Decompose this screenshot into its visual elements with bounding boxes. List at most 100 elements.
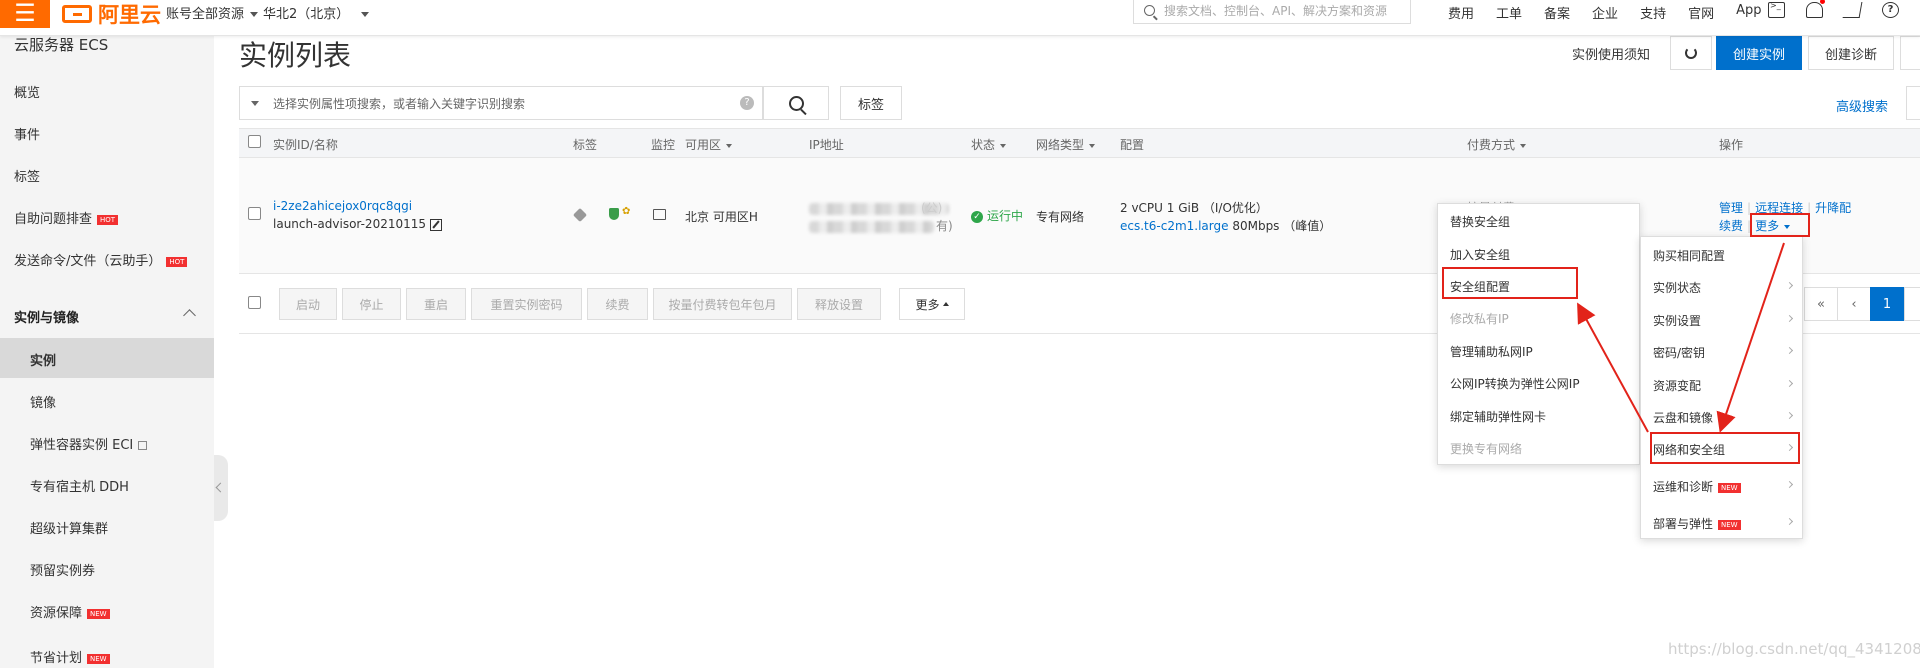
batch-more-button[interactable]: 更多 [899, 288, 965, 320]
highlight-box-network-sg [1650, 432, 1800, 464]
create-instance-button[interactable]: 创建实例 [1716, 36, 1802, 70]
instance-id-link[interactable]: i-2ze2ahicejox0rqc8qgi [273, 199, 412, 213]
sidebar-item-send-command[interactable]: 发送命令/文件（云助手） HOT [14, 250, 188, 269]
chevron-up-icon[interactable] [183, 309, 196, 322]
start-button[interactable]: 启动 [279, 288, 337, 320]
sidebar-group-instances-images[interactable]: 实例与镜像 [14, 307, 79, 326]
batch-select-checkbox[interactable] [248, 296, 261, 309]
chevron-down-icon [250, 12, 259, 17]
manage-link[interactable]: 管理 [1719, 201, 1743, 215]
sidebar-title: 云服务器 ECS [14, 36, 109, 54]
menu-item-password-key[interactable]: 密码/密钥 [1653, 344, 1705, 361]
menu-item-instance-status[interactable]: 实例状态 [1653, 279, 1701, 296]
terminal-icon[interactable] [1768, 1, 1785, 18]
settings-overflow-button[interactable] [1906, 86, 1920, 120]
cart-icon[interactable] [1842, 2, 1863, 18]
refresh-button[interactable] [1670, 36, 1712, 70]
edit-icon[interactable] [430, 218, 443, 231]
global-search-placeholder: 搜索文档、控制台、API、解决方案和资源 [1164, 4, 1387, 18]
top-nav-official[interactable]: 官网 [1688, 3, 1714, 22]
convert-billing-button[interactable]: 按量付费转包年包月 [653, 288, 792, 320]
sidebar-item-instances[interactable]: 实例 [30, 350, 56, 369]
region-select[interactable]: 华北2（北京） [263, 3, 370, 22]
instance-spec-link[interactable]: ecs.t6-c2m1.large [1120, 219, 1229, 233]
aliyun-logo-icon [62, 5, 92, 23]
security-status-icon[interactable]: ✿ [622, 206, 630, 217]
header-overflow-button[interactable] [1900, 36, 1920, 70]
sidebar-item-events[interactable]: 事件 [14, 124, 40, 143]
aliyun-logo[interactable]: 阿里云 [62, 0, 161, 28]
sidebar-eci-label: 弹性容器实例 ECI [30, 438, 134, 453]
menu-item-join-sg[interactable]: 加入安全组 [1450, 246, 1510, 263]
top-nav-icp[interactable]: 备案 [1544, 3, 1570, 22]
reset-password-button[interactable]: 重置实例密码 [471, 288, 582, 320]
th-billing[interactable]: 付费方式 [1467, 136, 1527, 153]
table-header: 实例ID/名称 标签 监控 可用区 IP地址 状态 网络类型 配置 付费方式 操… [239, 128, 1920, 158]
page-1-button[interactable]: 1 [1870, 287, 1904, 321]
top-nav-support[interactable]: 支持 [1640, 3, 1666, 22]
sidebar-item-supercomputing[interactable]: 超级计算集群 [30, 518, 108, 537]
page-prev-button[interactable]: ‹ [1837, 287, 1871, 321]
renew-link[interactable]: 续费 [1719, 219, 1743, 233]
sidebar-item-resource-guarantee[interactable]: 资源保障 NEW [30, 602, 110, 621]
row-checkbox[interactable] [248, 207, 261, 220]
hamburger-menu-icon[interactable]: ☰ [0, 0, 50, 28]
sidebar-item-overview[interactable]: 概览 [14, 82, 40, 101]
th-zone[interactable]: 可用区 [685, 136, 733, 153]
menu-item-manage-secondary-ip[interactable]: 管理辅助私网IP [1450, 343, 1533, 360]
page-next-button[interactable] [1904, 287, 1920, 321]
top-nav-app[interactable]: App [1736, 3, 1761, 22]
menu-item-modify-private-ip[interactable]: 修改私有IP [1450, 310, 1509, 327]
sidebar-item-eci[interactable]: 弹性容器实例 ECI [30, 434, 148, 453]
page-first-button[interactable]: « [1804, 287, 1838, 321]
restart-button[interactable]: 重启 [406, 288, 466, 320]
menu-item-resource-change[interactable]: 资源变配 [1653, 377, 1701, 394]
chevron-right-icon [1785, 314, 1794, 323]
shield-icon[interactable] [609, 208, 619, 220]
logo-text: 阿里云 [98, 3, 161, 27]
create-diagnosis-button[interactable]: 创建诊断 [1808, 36, 1894, 70]
top-nav-fee[interactable]: 费用 [1448, 3, 1474, 22]
menu-item-disk-image[interactable]: 云盘和镜像 [1653, 409, 1713, 426]
menu-item-deploy-elastic[interactable]: 部署与弹性 NEW [1653, 515, 1741, 532]
help-icon[interactable]: ? [1882, 2, 1899, 18]
sidebar-collapse-handle[interactable] [214, 455, 228, 521]
sidebar-item-ddh[interactable]: 专有宿主机 DDH [30, 476, 129, 495]
instance-notice-link[interactable]: 实例使用须知 [1572, 44, 1650, 63]
sidebar-item-tags[interactable]: 标签 [14, 166, 40, 185]
select-all-checkbox[interactable] [248, 135, 261, 148]
search-button[interactable] [763, 86, 829, 120]
sidebar-item-reserved[interactable]: 预留实例券 [30, 560, 95, 579]
release-settings-button[interactable]: 释放设置 [797, 288, 881, 320]
top-nav: 费用 工单 备案 企业 支持 官网 App [1448, 3, 1784, 22]
menu-item-convert-eip[interactable]: 公网IP转换为弹性公网IP [1450, 375, 1580, 392]
help-icon[interactable]: ? [740, 96, 754, 110]
advanced-search-link[interactable]: 高级搜索 [1836, 96, 1888, 115]
tag-icon[interactable] [572, 207, 588, 223]
sidebar-item-images[interactable]: 镜像 [30, 392, 56, 411]
top-nav-enterprise[interactable]: 企业 [1592, 3, 1618, 22]
sidebar-item-savings-plan[interactable]: 节省计划 NEW [30, 647, 110, 666]
notification-dot [1820, 0, 1825, 4]
sidebar-item-self-check[interactable]: 自助问题排查 HOT [14, 208, 119, 227]
menu-item-replace-sg[interactable]: 替换安全组 [1450, 213, 1510, 230]
menu-item-change-vpc[interactable]: 更换专有网络 [1450, 440, 1522, 457]
th-network-type[interactable]: 网络类型 [1036, 136, 1096, 153]
ops-diagnosis-label: 运维和诊断 [1653, 480, 1714, 494]
upgrade-link[interactable]: 升降配 [1815, 201, 1851, 215]
menu-item-instance-settings[interactable]: 实例设置 [1653, 312, 1701, 329]
menu-item-ops-diagnosis[interactable]: 运维和诊断 NEW [1653, 478, 1741, 495]
stop-button[interactable]: 停止 [342, 288, 401, 320]
account-resources-select[interactable]: 账号全部资源 [166, 3, 259, 22]
monitor-icon[interactable] [653, 209, 666, 220]
menu-item-buy-same[interactable]: 购买相同配置 [1653, 247, 1725, 264]
bell-icon[interactable] [1806, 0, 1825, 18]
th-status[interactable]: 状态 [971, 136, 1007, 153]
menu-item-bind-eni[interactable]: 绑定辅助弹性网卡 [1450, 408, 1546, 425]
top-icons: ? [1768, 0, 1920, 18]
renew-button[interactable]: 续费 [587, 288, 648, 320]
instance-filter-input[interactable]: 选择实例属性项搜索，或者输入关键字识别搜索 ? [239, 86, 763, 120]
tag-filter-button[interactable]: 标签 [840, 86, 902, 120]
global-search-input[interactable]: 搜索文档、控制台、API、解决方案和资源 [1133, 0, 1411, 24]
top-nav-ticket[interactable]: 工单 [1496, 3, 1522, 22]
